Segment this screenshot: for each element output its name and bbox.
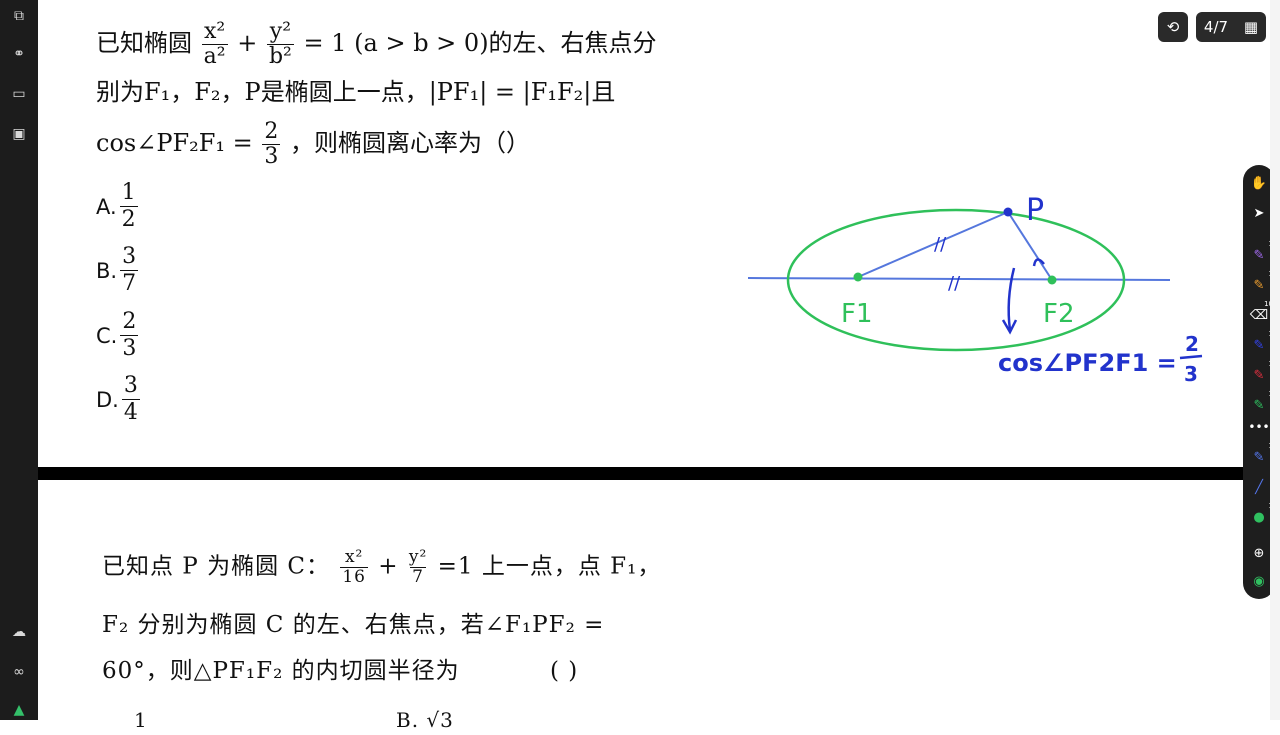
partial-option-b: B. √3: [396, 708, 454, 732]
frac-num: y²: [269, 19, 292, 44]
frac-num: x²: [344, 547, 364, 567]
binoculars-icon[interactable]: ⚭: [9, 44, 29, 64]
plus-sign: +: [378, 553, 399, 580]
option-a[interactable]: A. 12: [96, 180, 140, 233]
pen-green-icon[interactable]: ✎1: [1249, 390, 1273, 415]
fraction-y2-7: y² 7: [409, 548, 427, 587]
frac-den: 3: [262, 144, 281, 169]
grid-icon[interactable]: ▦: [1244, 18, 1258, 36]
hand-icon[interactable]: ✋: [1249, 173, 1269, 193]
equal-mark-1: //: [934, 234, 947, 255]
question2-rest: =1 上一点，点 F₁，: [437, 553, 662, 580]
frac-num: y²: [408, 547, 428, 567]
save-icon[interactable]: ▣: [9, 124, 29, 144]
pen-orange-icon[interactable]: ✎1: [1249, 270, 1273, 295]
frac-den: b²: [266, 44, 294, 69]
label-f1: F1: [841, 299, 873, 329]
cloud-icon[interactable]: ☁: [9, 622, 29, 642]
keyboard-icon[interactable]: ▭: [9, 84, 29, 104]
annotation-frac-bar: [1179, 354, 1203, 360]
annotation-arrow: [1007, 267, 1016, 331]
more-tools-button[interactable]: •••: [1248, 417, 1269, 437]
link-icon[interactable]: ∞: [9, 662, 29, 682]
slide-page-1: 已知椭圆 x² a² + y² b² = 1 (a > b > 0)的左、右焦点分 …: [38, 0, 1270, 467]
graduation-icon[interactable]: ▲: [9, 700, 29, 720]
pen-purple-icon[interactable]: ✎1: [1249, 240, 1273, 265]
frac-den: 2: [119, 206, 138, 232]
question2-line1: 已知点 P 为椭圆 C： x² 16 + y² 7 =1 上一点，点 F₁，: [102, 548, 661, 587]
add-icon[interactable]: ⊕: [1249, 543, 1269, 563]
segment-pf1: [857, 211, 1009, 278]
answer-paren: ( ): [550, 658, 579, 684]
annotation-num: 2: [1185, 332, 1199, 356]
question2-line3: 60°，则△PF₁F₂ 的内切圆半径为: [102, 658, 460, 684]
slide-page-2: 已知点 P 为椭圆 C： x² 16 + y² 7 =1 上一点，点 F₁， F₂ …: [38, 480, 1270, 732]
focus-f1-dot: [853, 272, 863, 282]
page-indicator[interactable]: 4/7 ▦: [1196, 12, 1266, 42]
frac-den: 4: [121, 399, 140, 425]
page-divider: [38, 467, 1270, 480]
fraction-cos: 23: [262, 119, 281, 169]
circle-tool-icon[interactable]: ●1: [1249, 502, 1273, 527]
frac-den: a²: [201, 44, 228, 69]
pointer-icon[interactable]: ➤: [1249, 203, 1269, 223]
question1-line2: 别为F₁，F₂，P是椭圆上一点，|PF₁| = |F₁F₂|且: [96, 78, 616, 106]
frac-den: 7: [120, 270, 139, 296]
annotation-text: cos∠PF2F1 =: [998, 349, 1177, 377]
option-fraction: 34: [121, 373, 140, 426]
record-icon[interactable]: ◉: [1249, 571, 1269, 591]
fraction-y: y² b²: [266, 19, 294, 69]
ellipse-sketch: P F1 F2 // // cos∠PF2F1 = 2 3: [747, 193, 1203, 386]
frac-num: 3: [123, 373, 138, 398]
option-label: C.: [96, 323, 118, 348]
partial-option-a: 1: [134, 708, 148, 732]
pen-red-icon[interactable]: ✎1: [1249, 360, 1273, 385]
frac-num: 3: [122, 244, 137, 269]
highlighter-icon[interactable]: ✎1: [1249, 442, 1273, 467]
option-fraction: 23: [120, 309, 139, 362]
page-counter: 4/7: [1203, 18, 1229, 36]
question1-line1: 已知椭圆 x² a² + y² b² = 1 (a > b > 0)的左、右焦点分: [96, 20, 657, 69]
eraser-icon[interactable]: ⌫ 10: [1249, 300, 1273, 325]
frac-num: 1: [121, 180, 136, 205]
frac-den: 3: [120, 335, 139, 361]
fraction-x2-16: x² 16: [340, 548, 368, 587]
question1-ask: ，则椭圆离心率为（）: [290, 129, 531, 157]
point-p-dot: [1003, 207, 1013, 217]
annotation-den: 3: [1184, 362, 1198, 386]
option-b[interactable]: B. 37: [96, 244, 140, 297]
plus-sign: +: [237, 29, 258, 57]
left-rail: ⧉ ⚭ ▭ ▣ ☁ ∞ ▲: [0, 0, 38, 720]
question1-line3: cos∠PF₂F₁ = 23 ，则椭圆离心率为（）: [96, 120, 530, 169]
cos-expression: cos∠PF₂F₁ =: [96, 129, 253, 157]
equal-mark-2: //: [948, 273, 961, 294]
question2-line2: F₂ 分别为椭圆 C 的左、右焦点，若∠F₁PF₂ =: [102, 612, 605, 638]
equation-rest: = 1 (a > b > 0)的左、右焦点分: [303, 29, 657, 57]
label-p: P: [1026, 193, 1044, 228]
pen-blue-icon[interactable]: ✎1: [1249, 330, 1273, 355]
frac-den: 16: [340, 567, 368, 587]
right-gutter: [1270, 0, 1280, 720]
option-fraction: 37: [120, 244, 139, 297]
option-label: D.: [96, 387, 119, 412]
option-label: A.: [96, 194, 117, 219]
label-f2: F2: [1043, 299, 1075, 329]
frac-num: 2: [264, 119, 279, 144]
focus-f2-dot: [1047, 275, 1057, 285]
option-label: B.: [96, 258, 118, 283]
rotate-icon[interactable]: ⟲: [1158, 12, 1188, 42]
fraction-x: x² a²: [201, 19, 228, 69]
question2-prefix: 已知点 P 为椭圆 C：: [102, 553, 331, 580]
frac-num: 2: [122, 309, 137, 334]
option-fraction: 12: [119, 180, 138, 233]
option-d[interactable]: D. 34: [96, 373, 142, 426]
question1-prefix: 已知椭圆: [96, 29, 192, 57]
frac-den: 7: [410, 567, 426, 587]
frac-num: x²: [203, 19, 226, 44]
line-icon[interactable]: ╱: [1249, 477, 1269, 497]
option-c[interactable]: C. 23: [96, 309, 140, 362]
copy-icon[interactable]: ⧉: [9, 6, 29, 26]
